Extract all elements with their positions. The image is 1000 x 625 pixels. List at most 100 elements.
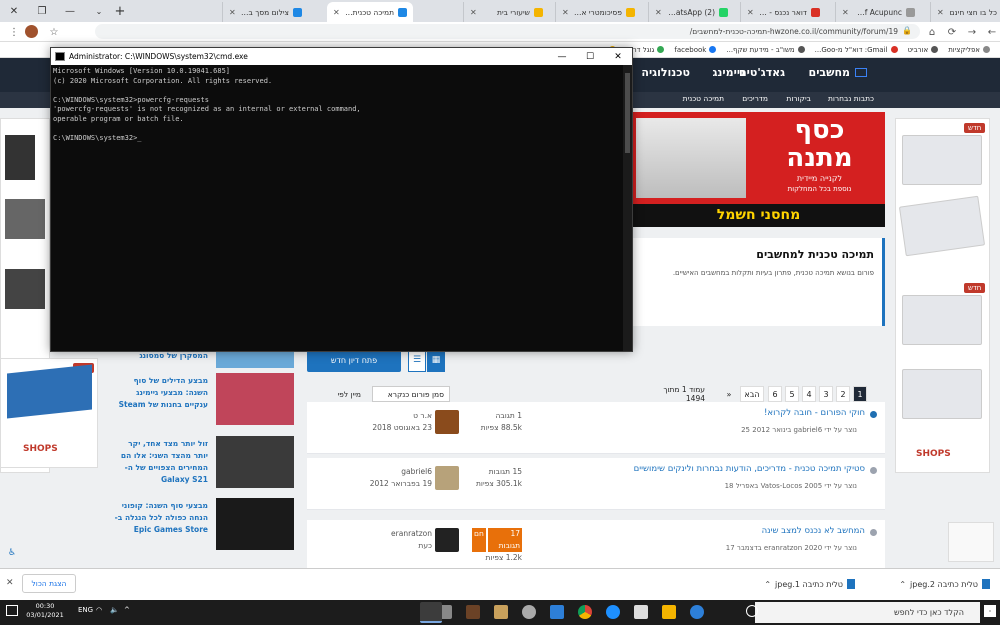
tab-close-icon[interactable]: ✕ (229, 8, 236, 17)
notification-icon[interactable] (6, 605, 18, 616)
download-item[interactable]: טלית כתיבה 1.jpeg ⌃ (735, 574, 855, 594)
tab[interactable]: WhatsApp (2) ✕ (648, 2, 734, 22)
accessibility-icon[interactable]: ♿ (8, 548, 16, 558)
side-article[interactable]: זול יותר מצד אחד, יקר יותר מהצד השני: אל… (110, 436, 298, 494)
language-indicator[interactable]: ENG (78, 606, 93, 614)
article-thumbnail[interactable] (216, 373, 294, 425)
last-poster-name[interactable]: gabriel6 (362, 466, 432, 478)
cmd-window[interactable]: Administrator: C:\WINDOWS\system32\cmd.e… (50, 47, 633, 352)
network-icon[interactable]: ◠ (96, 606, 102, 614)
article-thumbnail[interactable] (216, 498, 294, 550)
bookmark-item[interactable]: אפליקציות (948, 46, 990, 54)
ad-banner[interactable]: כסף מתנה לקנייה מיידית נוספת בכל המחלקות… (632, 112, 885, 227)
subnav-support[interactable]: תמיכה טכנית (680, 94, 724, 103)
article-thumbnail[interactable] (216, 436, 294, 488)
bookmark-item[interactable]: facebook (674, 46, 717, 54)
last-poster-avatar[interactable] (435, 410, 459, 434)
mark-read-button[interactable]: סמן פורום כנקרא (372, 386, 450, 402)
cmd-close-icon[interactable]: ✕ (604, 48, 632, 65)
cmd-taskbar-icon[interactable] (420, 602, 442, 623)
ad-laptop[interactable] (902, 295, 982, 345)
settings-icon[interactable] (522, 605, 536, 619)
tab-close-icon[interactable]: ✕ (842, 8, 849, 17)
page-1-button[interactable]: 1 (853, 386, 867, 402)
ad-laptop[interactable] (5, 269, 45, 309)
task-view-icon[interactable] (746, 605, 758, 617)
nav-technology[interactable]: טכנולוגיה (640, 66, 690, 79)
tab-close-icon[interactable]: ✕ (937, 8, 944, 17)
last-poster-avatar[interactable] (435, 528, 459, 552)
tab-close-icon[interactable]: ✕ (562, 8, 569, 17)
window-minimize-icon[interactable]: — (56, 0, 84, 22)
last-poster-name[interactable]: eranratzon (362, 528, 432, 540)
url-input[interactable]: hwzone.co.il/community/forum/19-תמיכה-טכ… (95, 24, 920, 39)
last-poster-avatar[interactable] (435, 466, 459, 490)
page-2-button[interactable]: 2 (836, 386, 850, 402)
chevron-up-icon[interactable]: ⌃ (899, 580, 906, 589)
reload-icon[interactable]: ⟳ (943, 23, 961, 41)
topic-row[interactable]: חוקי הפורום - חובה לקרוא! נוצר על ידי gab… (307, 402, 885, 454)
page-5-button[interactable]: 5 (785, 386, 799, 402)
start-icon[interactable] (984, 605, 996, 617)
window-maximize-icon[interactable]: ❐ (28, 0, 56, 22)
tab[interactable]: פסיכומטרי אישור תשו... ✕ (555, 2, 641, 22)
tab[interactable]: תמיכה טכנית למחשב... ✕ (327, 2, 413, 22)
edge-icon[interactable] (690, 605, 704, 619)
cmd-maximize-icon[interactable]: ☐ (576, 48, 604, 65)
subnav-guides[interactable]: מדריכים (730, 94, 768, 103)
shops-logo[interactable]: SHOPS (23, 444, 58, 454)
nav-gaming[interactable]: גיימינג (705, 66, 746, 79)
menu-icon[interactable]: ⋮ (5, 23, 23, 41)
mail-icon[interactable] (550, 605, 564, 619)
tab[interactable]: A Manual of Acupunc... ✕ (835, 2, 921, 22)
page-3-button[interactable]: 3 (819, 386, 833, 402)
ad-laptop[interactable] (902, 135, 982, 185)
side-article[interactable]: מבצע הדילים של סוף השנה: מבצעי גיימינג ע… (110, 373, 298, 431)
show-all-downloads-button[interactable]: הצגת הכול (22, 574, 76, 593)
article-title[interactable]: זול יותר מצד אחד, יקר יותר מהצד השני: אל… (113, 438, 208, 486)
tab-close-icon[interactable]: ✕ (470, 8, 477, 17)
tab-close-icon[interactable]: ✕ (655, 8, 662, 17)
ad-laptop[interactable] (7, 364, 92, 419)
chrome-icon[interactable] (578, 605, 592, 619)
volume-icon[interactable]: 🔈 (110, 606, 119, 614)
taskbar-search-input[interactable]: הקלד כאן כדי לחפש (755, 602, 980, 623)
tray-chevron-icon[interactable]: ^ (124, 606, 130, 614)
recaptcha-badge[interactable] (948, 522, 994, 562)
window-close-icon[interactable]: ✕ (0, 0, 28, 22)
subnav-reviews[interactable]: ביקורות (775, 94, 811, 103)
ie-icon[interactable] (606, 605, 620, 619)
page-6-button[interactable]: 6 (768, 386, 782, 402)
tab[interactable]: דואר נכנס - Gmail נכנס ... ✕ (740, 2, 826, 22)
lock-icon[interactable]: 🔒 (902, 26, 912, 35)
star-icon[interactable]: ☆ (45, 23, 63, 41)
new-tab-button[interactable]: + (110, 0, 130, 22)
cmd-output[interactable]: Microsoft Windows [Version 10.0.19041.68… (51, 65, 623, 351)
tab-close-icon[interactable]: ✕ (333, 8, 340, 17)
next-page-button[interactable]: הבא (740, 386, 764, 402)
side-article[interactable]: מבצעי סוף השנה: קופוני הנחה כפולה לכל הנ… (110, 498, 298, 556)
ad-tablet[interactable] (898, 195, 986, 257)
forward-icon[interactable]: ← (983, 23, 1000, 41)
tab[interactable]: שיעורי בית ✕ (463, 2, 549, 22)
download-item[interactable]: טלית כתיבה 2.jpeg ⌃ (870, 574, 990, 594)
article-title[interactable]: מבצעי סוף השנה: קופוני הנחה כפולה לכל הנ… (113, 500, 208, 536)
cmd-title[interactable]: Administrator: C:\WINDOWS\system32\cmd.e… (51, 48, 632, 65)
last-page-icon[interactable]: » (722, 386, 736, 402)
file-explorer-icon[interactable] (662, 605, 676, 619)
tab[interactable]: צילום מסך במחשב ... ✕ (222, 2, 308, 22)
close-downloads-icon[interactable]: ✕ (6, 578, 14, 588)
home-icon[interactable]: ⌂ (923, 23, 941, 41)
clock[interactable]: 00:30 03/01/2021 (22, 602, 68, 620)
bookmark-item[interactable]: Gmail: דוא"ל מ-Goo... (815, 46, 898, 54)
topic-title[interactable]: חוקי הפורום - חובה לקרוא! (764, 408, 865, 418)
chevron-up-icon[interactable]: ⌃ (764, 580, 771, 589)
bookmark-item[interactable]: אורביט (908, 46, 939, 54)
nav-computers[interactable]: מחשבים (800, 66, 850, 79)
topic-row[interactable]: המחשב לא נכנס למצב שינה נוצר על ידי eranr… (307, 520, 885, 568)
tab-close-icon[interactable]: ✕ (747, 8, 754, 17)
avatar[interactable] (25, 25, 38, 38)
ad-monitor[interactable] (902, 369, 982, 419)
topic-title[interactable]: המחשב לא נכנס למצב שינה (762, 526, 865, 536)
page-of-select[interactable]: עמוד 1 מתוך 1494 (640, 385, 710, 403)
